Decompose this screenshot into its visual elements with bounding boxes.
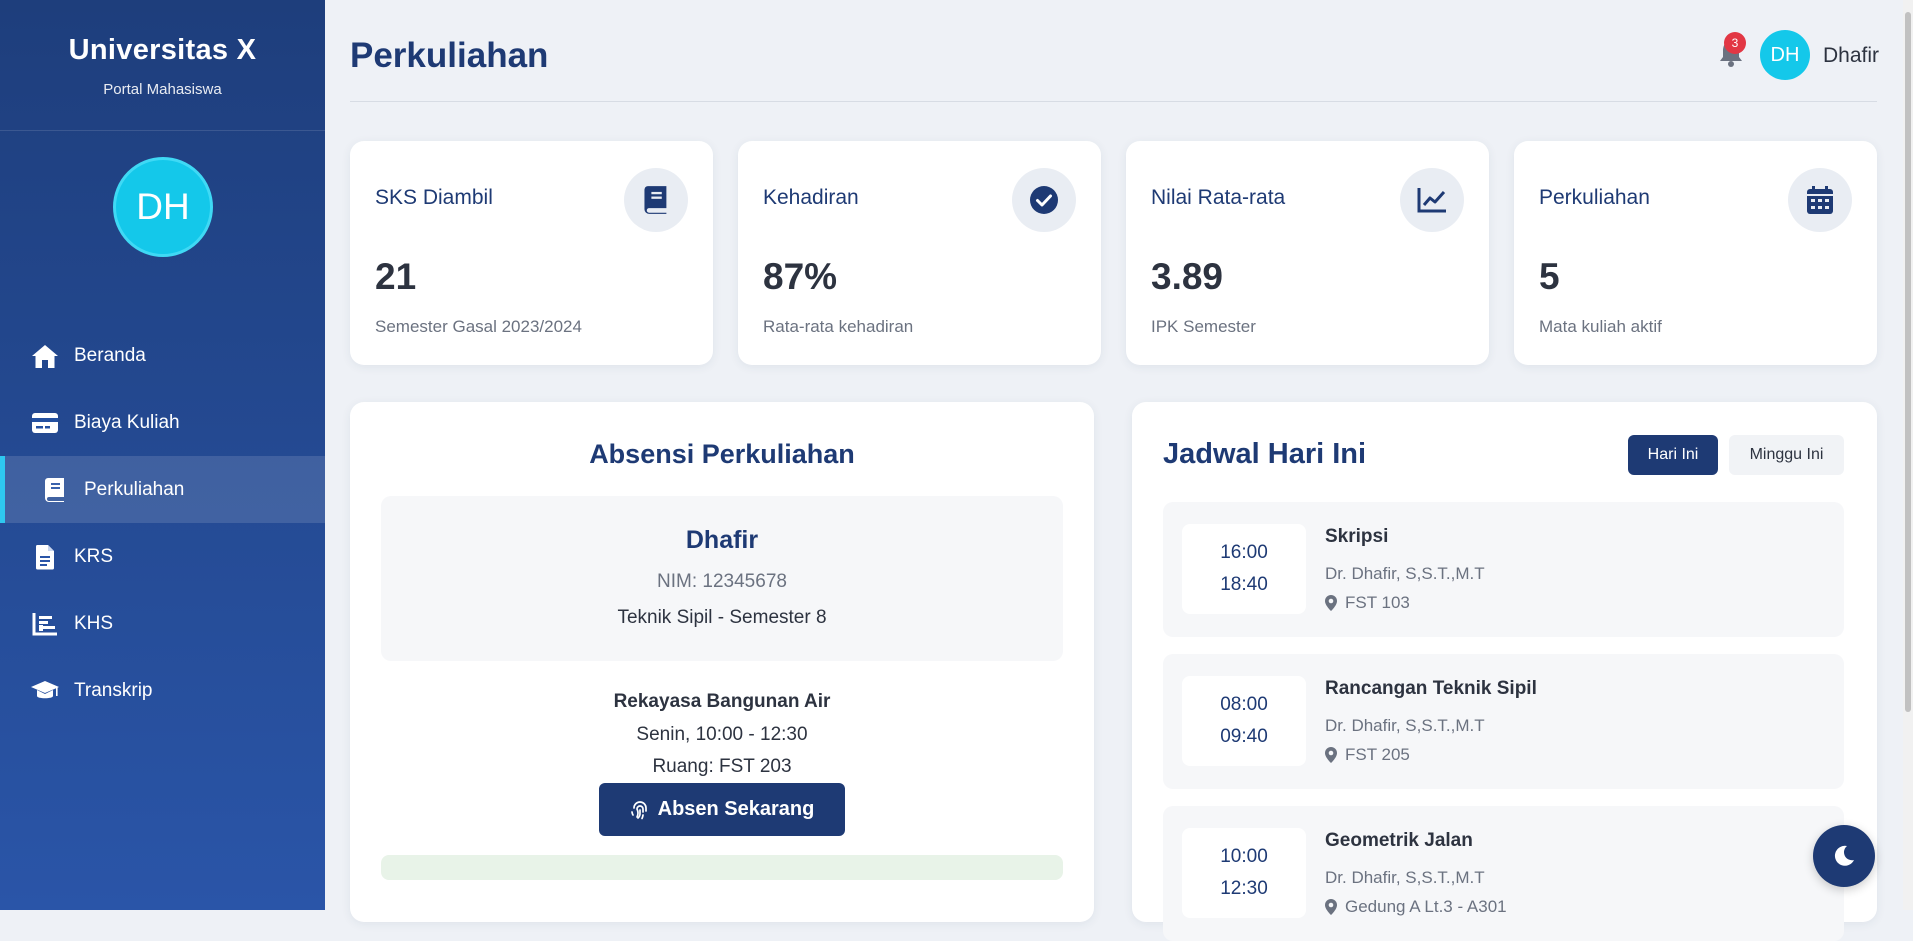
- schedule-item[interactable]: 10:00 12:30 Geometrik Jalan Dr. Dhafir, …: [1163, 806, 1844, 941]
- bar-chart-icon: [30, 610, 60, 638]
- sidebar-nav: Beranda Biaya Kuliah Perkuliahan KRS KHS: [0, 322, 325, 724]
- absen-button-label: Absen Sekarang: [657, 798, 815, 820]
- schedule-end: 09:40: [1220, 726, 1268, 747]
- sidebar: Universitas X Portal Mahasiswa DH Berand…: [0, 0, 325, 910]
- sidebar-item-transkrip[interactable]: Transkrip: [0, 657, 325, 724]
- schedule-item[interactable]: 08:00 09:40 Rancangan Teknik Sipil Dr. D…: [1163, 654, 1844, 789]
- schedule-room-label: FST 205: [1345, 745, 1410, 764]
- sidebar-item-khs[interactable]: KHS: [0, 590, 325, 657]
- dark-mode-toggle[interactable]: [1813, 825, 1875, 887]
- graduation-cap-icon: [30, 677, 60, 705]
- user-name[interactable]: Dhafir: [1823, 44, 1879, 68]
- stat-subtext: Semester Gasal 2023/2024: [375, 317, 582, 336]
- tab-hari-ini[interactable]: Hari Ini: [1628, 435, 1718, 475]
- stat-subtext: IPK Semester: [1151, 317, 1256, 336]
- book-icon: [624, 168, 688, 232]
- calendar-icon: [1788, 168, 1852, 232]
- sidebar-item-beranda[interactable]: Beranda: [0, 322, 325, 389]
- sidebar-item-perkuliahan[interactable]: Perkuliahan: [0, 456, 325, 523]
- sidebar-item-krs[interactable]: KRS: [0, 523, 325, 590]
- schedule-start: 10:00: [1220, 846, 1268, 867]
- page-title: Perkuliahan: [350, 36, 549, 75]
- file-icon: [30, 543, 60, 571]
- line-chart-icon: [1400, 168, 1464, 232]
- absensi-card: Absensi Perkuliahan Dhafir NIM: 12345678…: [350, 402, 1094, 922]
- notification-badge: 3: [1724, 32, 1746, 54]
- book-icon: [40, 476, 70, 504]
- course-name: Rekayasa Bangunan Air: [613, 691, 831, 712]
- sidebar-item-label: Perkuliahan: [84, 478, 185, 500]
- schedule-time: 10:00 12:30: [1182, 828, 1306, 918]
- stat-card-perkuliahan: Perkuliahan 5 Mata kuliah aktif: [1514, 141, 1877, 365]
- stat-value: 3.89: [1151, 256, 1224, 297]
- sidebar-item-label: Transkrip: [74, 679, 153, 701]
- stat-value: 5: [1539, 256, 1560, 297]
- schedule-lecturer: Dr. Dhafir, S,S.T.,M.T: [1325, 868, 1485, 887]
- schedule-room: FST 103: [1325, 593, 1410, 613]
- schedule-end: 12:30: [1220, 878, 1268, 899]
- stat-value: 87%: [763, 256, 838, 297]
- stat-card-nilai: Nilai Rata-rata 3.89 IPK Semester: [1126, 141, 1489, 365]
- absensi-title: Absensi Perkuliahan: [589, 439, 855, 469]
- schedule-course: Skripsi: [1325, 526, 1389, 547]
- check-circle-icon: [1012, 168, 1076, 232]
- absen-sekarang-button[interactable]: Absen Sekarang: [599, 783, 845, 836]
- sidebar-item-label: Biaya Kuliah: [74, 411, 180, 433]
- avatar[interactable]: DH: [1760, 30, 1810, 80]
- page-scrollbar[interactable]: [1903, 0, 1913, 910]
- schedule-course: Rancangan Teknik Sipil: [1325, 678, 1537, 699]
- stat-subtext: Mata kuliah aktif: [1539, 317, 1662, 336]
- map-pin-icon: [1325, 595, 1337, 611]
- jadwal-title: Jadwal Hari Ini: [1163, 438, 1367, 470]
- brand-subtitle: Portal Mahasiswa: [103, 81, 222, 98]
- moon-icon: [1834, 845, 1854, 866]
- fingerprint-icon: [630, 800, 650, 820]
- stat-label: Nilai Rata-rata: [1151, 186, 1286, 209]
- student-name: Dhafir: [685, 526, 759, 554]
- stat-subtext: Rata-rata kehadiran: [763, 317, 914, 336]
- schedule-course: Geometrik Jalan: [1325, 830, 1473, 851]
- schedule-room: Gedung A Lt.3 - A301: [1325, 897, 1507, 917]
- stat-value: 21: [375, 256, 417, 297]
- stat-label: Kehadiran: [763, 186, 859, 209]
- schedule-room-label: FST 103: [1345, 593, 1410, 612]
- schedule-start: 16:00: [1220, 542, 1268, 563]
- course-room: Ruang: FST 203: [652, 756, 792, 777]
- scrollbar-thumb[interactable]: [1905, 12, 1911, 712]
- student-nim: NIM: 12345678: [657, 571, 787, 592]
- sidebar-item-label: KHS: [74, 612, 114, 634]
- jadwal-card: Jadwal Hari Ini Hari Ini Minggu Ini 16:0…: [1132, 402, 1877, 941]
- attendance-progress: [381, 855, 1063, 880]
- course-time: Senin, 10:00 - 12:30: [636, 724, 808, 745]
- schedule-item[interactable]: 16:00 18:40 Skripsi Dr. Dhafir, S,S.T.,M…: [1163, 502, 1844, 637]
- brand: Universitas X Portal Mahasiswa: [0, 0, 325, 131]
- stat-card-sks: SKS Diambil 21 Semester Gasal 2023/2024: [350, 141, 713, 365]
- schedule-room: FST 205: [1325, 745, 1410, 765]
- tab-minggu-ini[interactable]: Minggu Ini: [1729, 435, 1844, 475]
- sidebar-item-label: KRS: [74, 545, 114, 567]
- schedule-room-label: Gedung A Lt.3 - A301: [1345, 897, 1507, 916]
- sidebar-item-label: Beranda: [74, 344, 146, 366]
- schedule-time: 16:00 18:40: [1182, 524, 1306, 614]
- schedule-start: 08:00: [1220, 694, 1268, 715]
- schedule-end: 18:40: [1220, 574, 1268, 595]
- student-program: Teknik Sipil - Semester 8: [617, 607, 827, 628]
- top-bar: Perkuliahan 3 DH Dhafir: [350, 0, 1879, 102]
- student-info: Dhafir NIM: 12345678 Teknik Sipil - Seme…: [381, 496, 1063, 661]
- sidebar-item-biaya-kuliah[interactable]: Biaya Kuliah: [0, 389, 325, 456]
- stat-label: Perkuliahan: [1539, 186, 1650, 209]
- stat-card-kehadiran: Kehadiran 87% Rata-rata kehadiran: [738, 141, 1101, 365]
- map-pin-icon: [1325, 899, 1337, 915]
- credit-card-icon: [30, 409, 60, 437]
- home-icon: [30, 342, 60, 370]
- schedule-time: 08:00 09:40: [1182, 676, 1306, 766]
- brand-title: Universitas X: [68, 34, 257, 66]
- sidebar-avatar: DH: [113, 157, 213, 257]
- schedule-lecturer: Dr. Dhafir, S,S.T.,M.T: [1325, 716, 1485, 735]
- stat-label: SKS Diambil: [375, 186, 493, 209]
- schedule-lecturer: Dr. Dhafir, S,S.T.,M.T: [1325, 564, 1485, 583]
- map-pin-icon: [1325, 747, 1337, 763]
